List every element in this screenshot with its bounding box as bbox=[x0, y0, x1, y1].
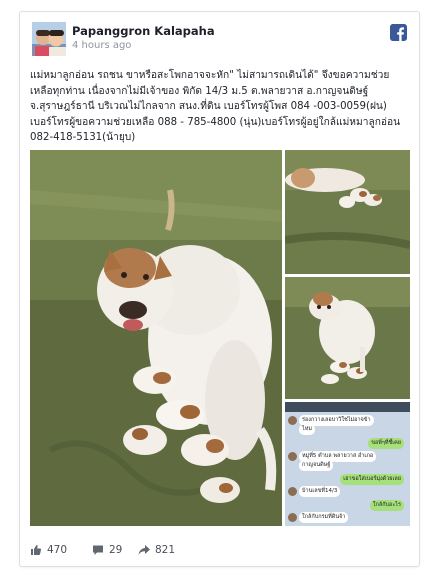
facebook-icon[interactable] bbox=[390, 24, 407, 41]
chat-avatar bbox=[288, 416, 297, 425]
side-photo-dog-standing-with-puppies[interactable] bbox=[285, 277, 410, 399]
post-photo-grid: ร่องกวางเลอบาวิใช่ไม่อาจข้า ไหม ขอพี่ๆที… bbox=[30, 150, 410, 528]
chat-avatar bbox=[288, 487, 297, 496]
author-name[interactable]: Papanggron Kalapaha bbox=[72, 24, 215, 38]
chat-message: ใกล้กับกรมที่ดินจ้า bbox=[299, 512, 349, 523]
chat-message: ใกล้กับอะไร bbox=[369, 500, 404, 511]
chat-message: กาญจนดิษฐ์ bbox=[299, 460, 334, 471]
like-count-value: 470 bbox=[47, 544, 68, 556]
chat-message: บ้านเลขที่14/3 bbox=[299, 486, 341, 497]
chat-top-bar bbox=[285, 402, 410, 412]
facebook-post-card: Papanggron Kalapaha 4 hours ago แม่หมาลู… bbox=[19, 11, 420, 567]
share-arrow-icon bbox=[138, 545, 150, 555]
side-photo-chat-screenshot[interactable]: ร่องกวางเลอบาวิใช่ไม่อาจข้า ไหม ขอพี่ๆที… bbox=[285, 402, 410, 526]
post-header: Papanggron Kalapaha 4 hours ago bbox=[32, 22, 407, 56]
chat-avatar bbox=[288, 452, 297, 461]
main-photo-dog-nursing-puppies[interactable] bbox=[30, 150, 282, 526]
post-stats-bar: 470 29 821 bbox=[30, 542, 409, 560]
avatar-photo bbox=[32, 22, 66, 56]
chat-avatar bbox=[288, 513, 297, 522]
chat-message: เฮาขอใส่เบอร์มุ่งด้วยเลย bbox=[340, 474, 404, 485]
thumbs-up-icon bbox=[31, 545, 42, 555]
like-count[interactable]: 470 bbox=[30, 544, 67, 556]
post-timestamp[interactable]: 4 hours ago bbox=[72, 40, 131, 51]
post-message: แม่หมาลูกอ่อน รถชน ขาหรือสะโพกอาจจะหัก" … bbox=[30, 70, 404, 144]
side-photo-dog-and-puppies[interactable] bbox=[285, 150, 410, 274]
chat-screenshot: ร่องกวางเลอบาวิใช่ไม่อาจข้า ไหม ขอพี่ๆที… bbox=[285, 402, 410, 526]
chat-message: ไหม bbox=[299, 424, 316, 435]
comment-count-value: 29 bbox=[109, 544, 123, 556]
comment-count[interactable]: 29 bbox=[92, 544, 122, 556]
comment-bubble-icon bbox=[93, 545, 103, 555]
author-avatar[interactable] bbox=[32, 22, 66, 56]
share-count[interactable]: 821 bbox=[138, 544, 175, 556]
share-count-value: 821 bbox=[155, 544, 176, 556]
chat-message: ขอพี่ๆที่ชี้เคย bbox=[368, 438, 404, 449]
